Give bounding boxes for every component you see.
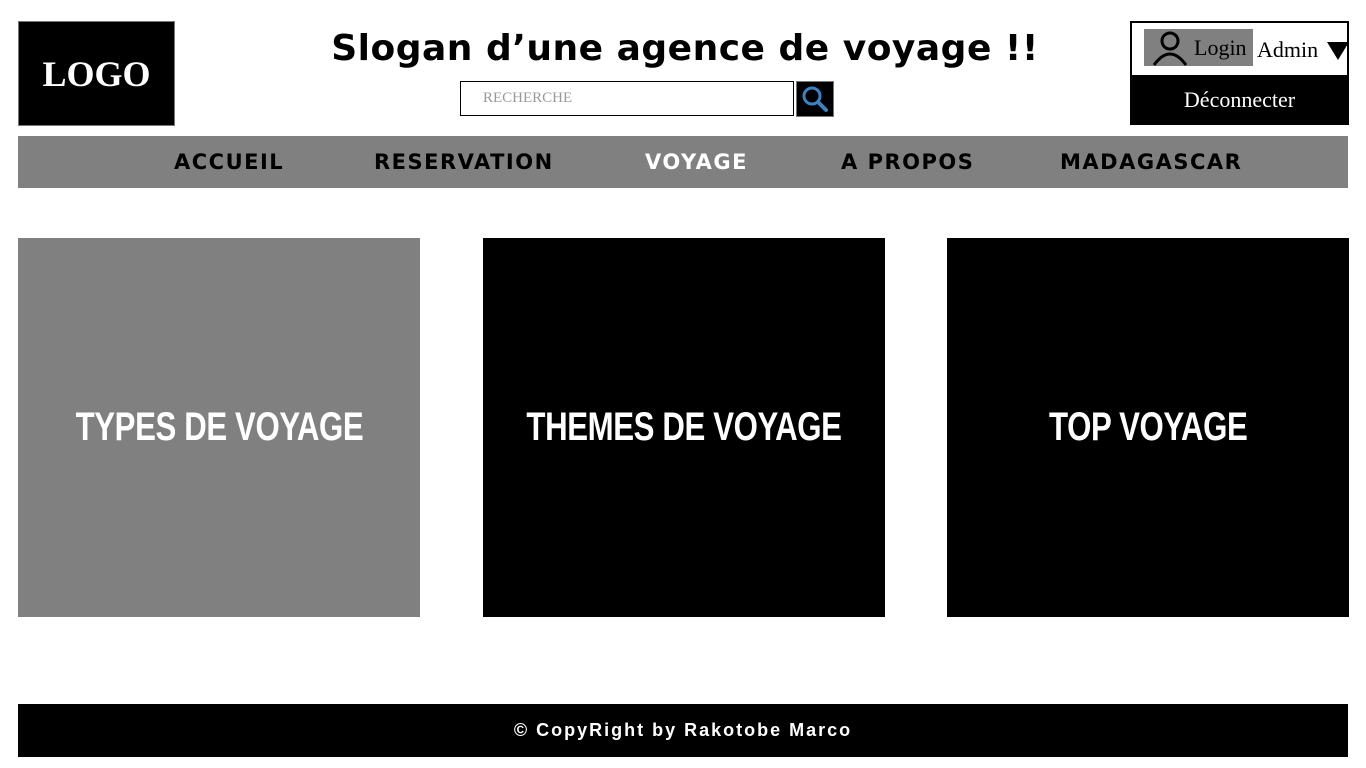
copyright-text: © CopyRight by Rakotobe Marco bbox=[513, 720, 853, 740]
logout-label: Déconnecter bbox=[1183, 87, 1296, 112]
card-label: TOP VOYAGE bbox=[1048, 405, 1248, 449]
card-label: THEMES DE VOYAGE bbox=[526, 405, 842, 449]
logo-text: LOGO bbox=[42, 53, 151, 94]
admin-label[interactable]: Admin bbox=[1257, 37, 1318, 63]
nav-item-voyage[interactable]: VOYAGE bbox=[645, 136, 748, 188]
slogan: Slogan d’une agence de voyage !! bbox=[331, 28, 1039, 69]
nav-item-accueil[interactable]: ACCUEIL bbox=[174, 136, 284, 188]
main-nav: ACCUEIL RESERVATION VOYAGE A PROPOS MADA… bbox=[18, 136, 1348, 188]
user-panel: Login Admin Déconnecter bbox=[1130, 21, 1349, 125]
search-icon bbox=[802, 86, 828, 112]
logout-button[interactable]: Déconnecter bbox=[1132, 75, 1347, 125]
logo[interactable]: LOGO bbox=[18, 21, 175, 126]
login-label: Login bbox=[1194, 34, 1247, 60]
nav-item-a-propos[interactable]: A PROPOS bbox=[841, 136, 974, 188]
search-button[interactable] bbox=[796, 81, 834, 117]
card-types-de-voyage[interactable]: TYPES DE VOYAGE bbox=[18, 238, 420, 617]
card-label: TYPES DE VOYAGE bbox=[75, 405, 363, 449]
login-button[interactable]: Login bbox=[1144, 29, 1253, 66]
user-icon bbox=[1152, 31, 1188, 66]
nav-item-reservation[interactable]: RESERVATION bbox=[374, 136, 554, 188]
search-input[interactable] bbox=[460, 81, 794, 116]
card-top-voyage[interactable]: TOP VOYAGE bbox=[947, 238, 1349, 617]
dropdown-caret-icon[interactable] bbox=[1327, 42, 1349, 60]
nav-item-madagascar[interactable]: MADAGASCAR bbox=[1060, 136, 1242, 188]
card-themes-de-voyage[interactable]: THEMES DE VOYAGE bbox=[483, 238, 885, 617]
footer: © CopyRight by Rakotobe Marco bbox=[18, 704, 1348, 757]
